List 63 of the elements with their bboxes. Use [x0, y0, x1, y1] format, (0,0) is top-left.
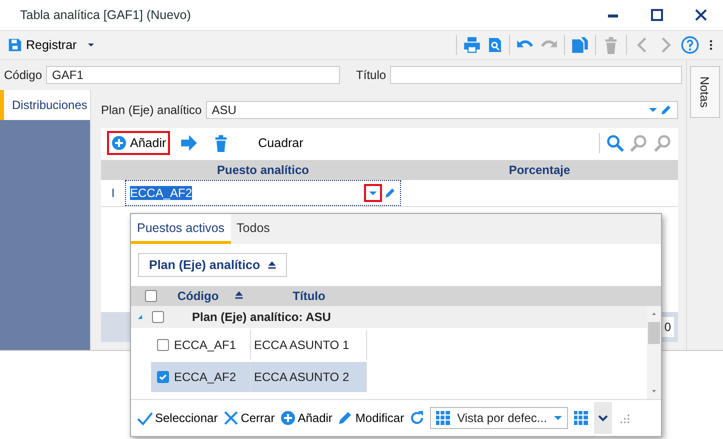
- dropdown-icon[interactable]: [553, 413, 564, 423]
- refresh-icon[interactable]: [409, 410, 426, 426]
- table-cell: ECCA_AF2: [171, 362, 251, 392]
- window-title: Tabla analítica [GAF1] (Nuevo): [20, 8, 192, 22]
- add-button[interactable]: Añadir: [107, 131, 170, 155]
- checkbox[interactable]: [156, 339, 168, 351]
- pencil-icon[interactable]: [384, 187, 396, 199]
- check-icon[interactable]: [137, 410, 153, 426]
- copy-icon[interactable]: [571, 36, 589, 54]
- add-icon[interactable]: [280, 410, 296, 426]
- column-header[interactable]: Código: [177, 289, 219, 303]
- text-field[interactable]: GAF1: [46, 66, 340, 84]
- add-icon[interactable]: [111, 135, 127, 151]
- notes-tab[interactable]: Notas: [690, 66, 720, 118]
- printer-icon[interactable]: [463, 36, 481, 54]
- dropdown-icon[interactable]: [648, 105, 658, 115]
- sort-icon[interactable]: [232, 288, 245, 300]
- tab[interactable]: Todos: [230, 214, 276, 244]
- save-button[interactable]: Registrar: [6, 38, 79, 52]
- field-label: Título: [356, 68, 386, 82]
- table-cell: ECCA ASUNTO 1: [251, 330, 367, 360]
- scroll-down-icon[interactable]: [650, 387, 658, 395]
- row-marker: I: [110, 185, 116, 202]
- group-chip[interactable]: Plan (Eje) analítico: [138, 253, 288, 277]
- sort-icon[interactable]: [266, 259, 278, 271]
- field-label: Código: [4, 68, 42, 82]
- column-header: Puesto analítico: [216, 162, 310, 179]
- cell-editor[interactable]: ECCA_AF2: [125, 180, 401, 206]
- dropdown-field[interactable]: ASU: [206, 101, 678, 119]
- select-button[interactable]: Seleccionar: [137, 410, 218, 426]
- grid-settings-icon[interactable]: [573, 410, 590, 426]
- checkbox[interactable]: [156, 371, 168, 383]
- save-icon[interactable]: [8, 38, 22, 52]
- tab[interactable]: Puestos activos: [131, 214, 231, 244]
- close-button[interactable]: Cerrar: [222, 410, 275, 426]
- preview-icon[interactable]: [487, 37, 503, 53]
- column-header: Porcentaje: [508, 162, 572, 179]
- maximize-icon[interactable]: [649, 7, 665, 23]
- expand-button[interactable]: [594, 402, 612, 434]
- checkbox[interactable]: [145, 290, 157, 302]
- search-icon[interactable]: [606, 134, 624, 152]
- pencil-icon[interactable]: [337, 410, 354, 426]
- close-icon[interactable]: [693, 7, 709, 23]
- table-cell: ECCA ASUNTO 2: [251, 362, 367, 392]
- view-dropdown[interactable]: Vista por defec...: [430, 407, 568, 429]
- edit-button[interactable]: Modificar: [337, 410, 404, 426]
- group-label: Plan (Eje) analítico: ASU: [192, 310, 331, 324]
- column-header[interactable]: Título: [292, 289, 326, 303]
- balance-button[interactable]: Cuadrar: [254, 132, 308, 154]
- pencil-icon[interactable]: [660, 104, 672, 116]
- text-field[interactable]: [390, 66, 682, 84]
- arrow-icon[interactable]: [180, 134, 198, 152]
- table-cell: ECCA_AF1: [171, 330, 251, 360]
- add-button[interactable]: Añadir: [280, 410, 332, 426]
- layout-icon[interactable]: [435, 410, 452, 426]
- collapse-icon[interactable]: [136, 313, 144, 321]
- side-tab[interactable]: Distribuciones: [0, 90, 90, 120]
- search-next-icon[interactable]: [654, 134, 672, 152]
- scrollbar-thumb[interactable]: [648, 322, 660, 344]
- checkbox[interactable]: [152, 311, 164, 323]
- help-icon[interactable]: [681, 36, 699, 54]
- search-prev-icon[interactable]: [630, 134, 648, 152]
- field-label: Plan (Eje) analítico: [101, 103, 202, 117]
